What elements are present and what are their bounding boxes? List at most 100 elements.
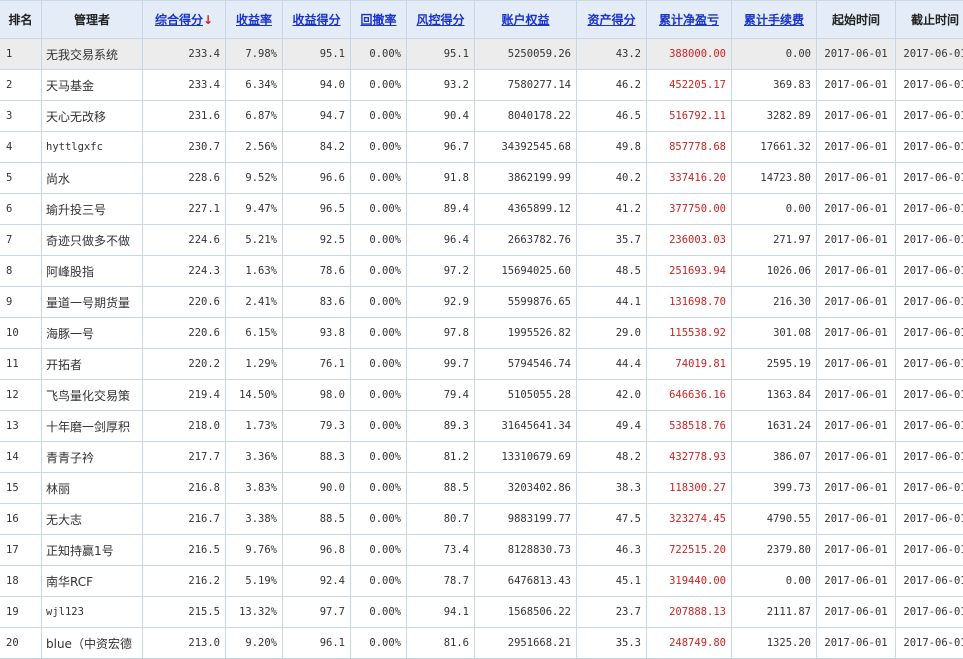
col-header-equity[interactable]: 账户权益	[475, 1, 577, 39]
drawdown-cell: 0.00%	[351, 318, 407, 349]
return-score-cell: 88.5	[283, 504, 351, 535]
table-row[interactable]: 8阿峰股指224.31.63%78.60.00%97.215694025.604…	[0, 256, 963, 287]
table-row[interactable]: 1无我交易系统233.47.98%95.10.00%95.15250059.26…	[0, 39, 963, 70]
col-header-end-time: 截止时间	[896, 1, 963, 39]
equity-cell: 1995526.82	[475, 318, 577, 349]
manager-name-cell[interactable]: blue（中资宏德	[42, 628, 143, 659]
table-row[interactable]: 17正知持赢1号216.59.76%96.80.00%73.48128830.7…	[0, 535, 963, 566]
manager-name-cell[interactable]: 瑜升投三号	[42, 194, 143, 225]
table-row[interactable]: 9量道一号期货量220.62.41%83.60.00%92.95599876.6…	[0, 287, 963, 318]
col-header-start-time: 起始时间	[817, 1, 896, 39]
composite-score-cell: 224.6	[143, 225, 226, 256]
manager-name-cell[interactable]: hyttlgxfc	[42, 132, 143, 163]
table-row[interactable]: 5尚水228.69.52%96.60.00%91.83862199.9940.2…	[0, 163, 963, 194]
return-rate-cell: 3.36%	[226, 442, 283, 473]
composite-score-cell: 213.0	[143, 628, 226, 659]
manager-name-cell[interactable]: 青青子衿	[42, 442, 143, 473]
manager-name-cell[interactable]: 海豚一号	[42, 318, 143, 349]
table-row[interactable]: 12飞鸟量化交易策219.414.50%98.00.00%79.45105055…	[0, 380, 963, 411]
manager-name-cell[interactable]: 阿峰股指	[42, 256, 143, 287]
equity-cell: 6476813.43	[475, 566, 577, 597]
col-header-composite-score[interactable]: 综合得分↓	[143, 1, 226, 39]
manager-name-cell[interactable]: 天心无改移	[42, 101, 143, 132]
risk-score-cell: 94.1	[407, 597, 475, 628]
col-header-return-score[interactable]: 收益得分	[283, 1, 351, 39]
table-row[interactable]: 6瑜升投三号227.19.47%96.50.00%89.44365899.124…	[0, 194, 963, 225]
table-row[interactable]: 3天心无改移231.66.87%94.70.00%90.48040178.224…	[0, 101, 963, 132]
cum-pnl-cell: 131698.70	[647, 287, 732, 318]
manager-name-cell[interactable]: 十年磨一剑厚积	[42, 411, 143, 442]
risk-score-cell: 99.7	[407, 349, 475, 380]
table-row[interactable]: 13十年磨一剑厚积218.01.73%79.30.00%89.331645641…	[0, 411, 963, 442]
manager-name-cell[interactable]: 天马基金	[42, 70, 143, 101]
sort-link-risk-score[interactable]: 风控得分	[416, 13, 464, 27]
sort-link-cum-pnl[interactable]: 累计净盈亏	[659, 13, 719, 27]
sort-link-return-score[interactable]: 收益得分	[292, 13, 340, 27]
cum-pnl-cell: 722515.20	[647, 535, 732, 566]
start-time-cell: 2017-06-01	[817, 318, 896, 349]
manager-name-cell[interactable]: 正知持赢1号	[42, 535, 143, 566]
drawdown-cell: 0.00%	[351, 566, 407, 597]
composite-score-cell: 230.7	[143, 132, 226, 163]
manager-name-cell[interactable]: 尚水	[42, 163, 143, 194]
asset-score-cell: 38.3	[577, 473, 647, 504]
return-rate-cell: 13.32%	[226, 597, 283, 628]
rank-cell: 17	[0, 535, 42, 566]
equity-cell: 5105055.28	[475, 380, 577, 411]
table-row[interactable]: 7奇迹只做多不做224.65.21%92.50.00%96.42663782.7…	[0, 225, 963, 256]
manager-name-cell[interactable]: 南华RCF	[42, 566, 143, 597]
manager-name-cell[interactable]: 奇迹只做多不做	[42, 225, 143, 256]
table-row[interactable]: 14青青子衿217.73.36%88.30.00%81.213310679.69…	[0, 442, 963, 473]
cum-fee-cell: 3282.89	[732, 101, 817, 132]
return-rate-cell: 9.52%	[226, 163, 283, 194]
sort-link-composite-score[interactable]: 综合得分	[155, 13, 203, 27]
table-row[interactable]: 4hyttlgxfc230.72.56%84.20.00%96.73439254…	[0, 132, 963, 163]
sort-link-equity[interactable]: 账户权益	[501, 13, 549, 27]
manager-name-cell[interactable]: 无我交易系统	[42, 39, 143, 70]
sort-link-cum-fee[interactable]: 累计手续费	[744, 13, 804, 27]
cum-pnl-cell: 319440.00	[647, 566, 732, 597]
equity-cell: 4365899.12	[475, 194, 577, 225]
sort-link-drawdown[interactable]: 回撤率	[360, 13, 396, 27]
manager-name-cell[interactable]: 林丽	[42, 473, 143, 504]
risk-score-cell: 73.4	[407, 535, 475, 566]
manager-name-cell[interactable]: wjl123	[42, 597, 143, 628]
manager-name-cell[interactable]: 飞鸟量化交易策	[42, 380, 143, 411]
col-header-drawdown[interactable]: 回撤率	[351, 1, 407, 39]
rank-cell: 2	[0, 70, 42, 101]
col-header-cum-pnl[interactable]: 累计净盈亏	[647, 1, 732, 39]
start-time-cell: 2017-06-01	[817, 473, 896, 504]
table-row[interactable]: 20blue（中资宏德213.09.20%96.10.00%81.6295166…	[0, 628, 963, 659]
sort-link-asset-score[interactable]: 资产得分	[587, 13, 635, 27]
manager-name-cell[interactable]: 开拓者	[42, 349, 143, 380]
table-row[interactable]: 2天马基金233.46.34%94.00.00%93.27580277.1446…	[0, 70, 963, 101]
return-score-cell: 84.2	[283, 132, 351, 163]
drawdown-cell: 0.00%	[351, 442, 407, 473]
return-score-cell: 79.3	[283, 411, 351, 442]
manager-name-cell[interactable]: 量道一号期货量	[42, 287, 143, 318]
drawdown-cell: 0.00%	[351, 380, 407, 411]
composite-score-cell: 220.6	[143, 318, 226, 349]
col-header-asset-score[interactable]: 资产得分	[577, 1, 647, 39]
cum-pnl-cell: 337416.20	[647, 163, 732, 194]
rank-cell: 7	[0, 225, 42, 256]
cum-fee-cell: 4790.55	[732, 504, 817, 535]
col-header-return-rate[interactable]: 收益率	[226, 1, 283, 39]
cum-pnl-cell: 251693.94	[647, 256, 732, 287]
return-rate-cell: 9.76%	[226, 535, 283, 566]
table-row[interactable]: 16无大志216.73.38%88.50.00%80.79883199.7747…	[0, 504, 963, 535]
cum-pnl-cell: 248749.80	[647, 628, 732, 659]
equity-cell: 9883199.77	[475, 504, 577, 535]
table-row[interactable]: 10海豚一号220.66.15%93.80.00%97.81995526.822…	[0, 318, 963, 349]
manager-name-cell[interactable]: 无大志	[42, 504, 143, 535]
table-row[interactable]: 15林丽216.83.83%90.00.00%88.53203402.8638.…	[0, 473, 963, 504]
end-time-cell: 2017-06-01	[896, 132, 963, 163]
cum-pnl-cell: 432778.93	[647, 442, 732, 473]
col-header-risk-score[interactable]: 风控得分	[407, 1, 475, 39]
sort-link-return-rate[interactable]: 收益率	[236, 13, 272, 27]
col-header-cum-fee[interactable]: 累计手续费	[732, 1, 817, 39]
return-rate-cell: 9.47%	[226, 194, 283, 225]
table-row[interactable]: 18南华RCF216.25.19%92.40.00%78.76476813.43…	[0, 566, 963, 597]
table-row[interactable]: 19wjl123215.513.32%97.70.00%94.11568506.…	[0, 597, 963, 628]
table-row[interactable]: 11开拓者220.21.29%76.10.00%99.75794546.7444…	[0, 349, 963, 380]
